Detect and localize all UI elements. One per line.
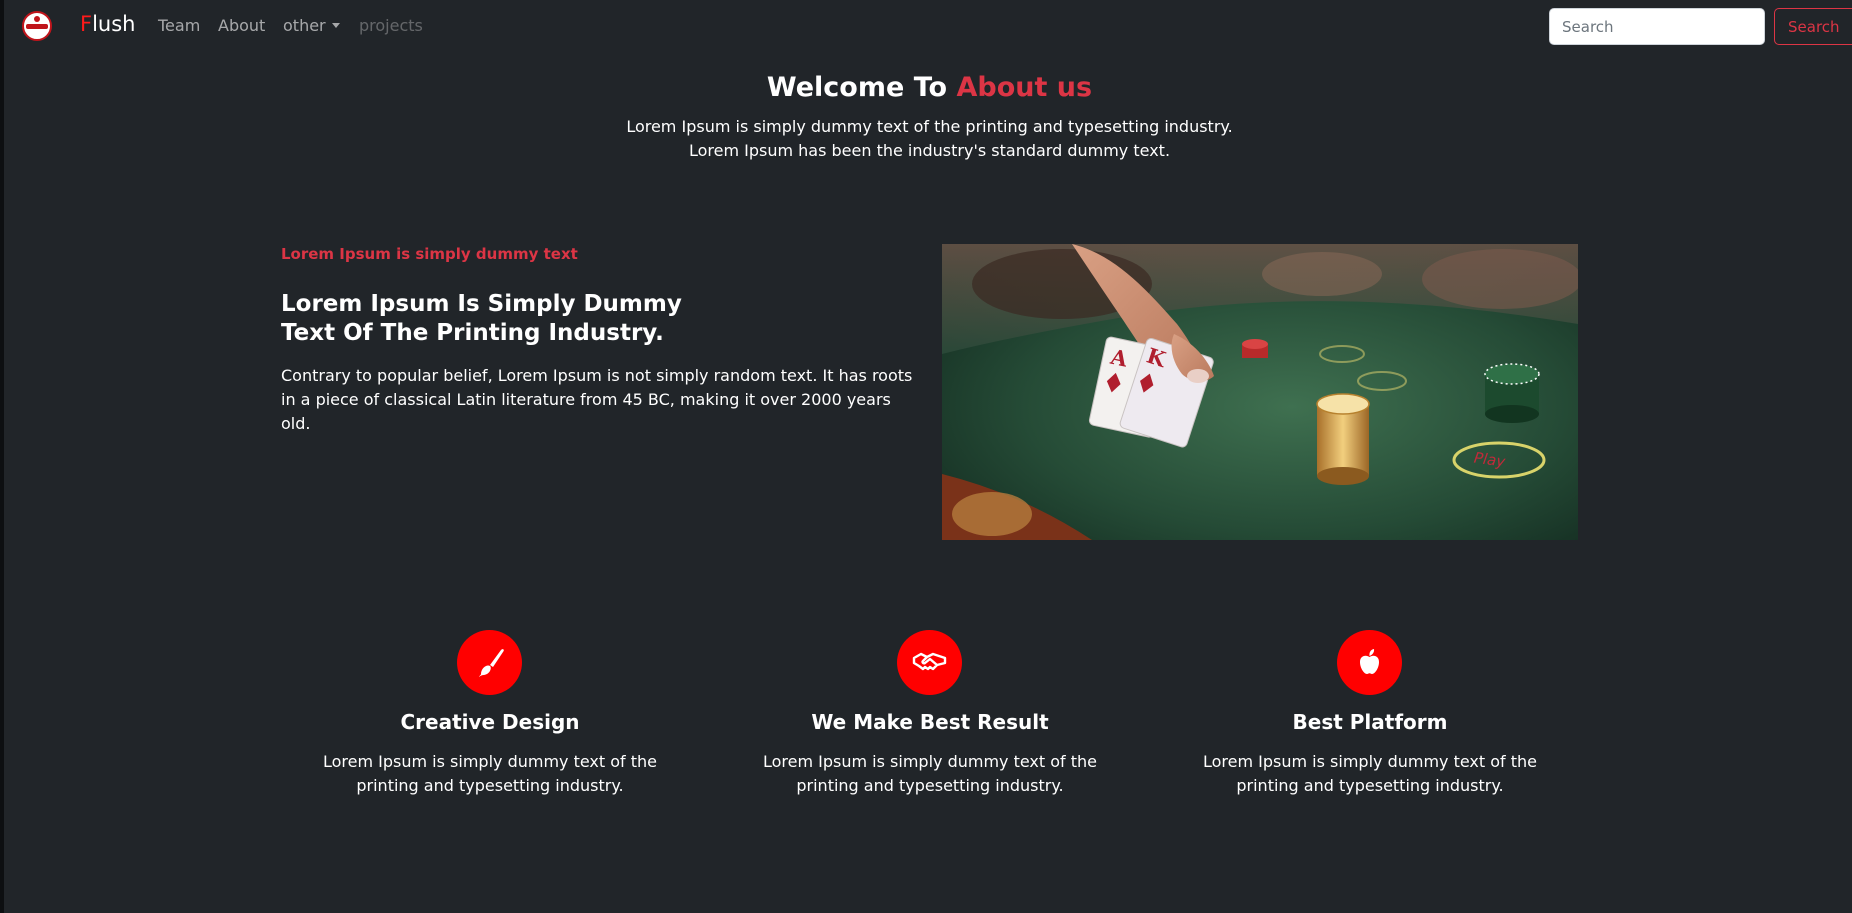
feature-icon-badge xyxy=(1337,630,1402,695)
nav-link-team[interactable]: Team xyxy=(158,16,200,35)
brand-rest: lush xyxy=(92,12,136,36)
hero-subtitle-line-2: Lorem Ipsum has been the industry's stan… xyxy=(688,141,1171,160)
brush-icon xyxy=(479,649,504,677)
brand-logo[interactable] xyxy=(22,11,52,41)
feature-title: We Make Best Result xyxy=(811,710,1049,734)
feature-description-line-2: printing and typesetting industry. xyxy=(796,776,1064,795)
feature-description-line-2: printing and typesetting industry. xyxy=(1236,776,1504,795)
logo-band xyxy=(26,24,48,29)
caret-down-icon xyxy=(331,23,340,28)
feature-icon-badge xyxy=(457,630,522,695)
section-kicker: Lorem Ipsum is simply dummy text xyxy=(281,245,578,263)
body-line-2: in a piece of classical Latin literature… xyxy=(281,390,891,433)
nav-link-about[interactable]: About xyxy=(218,16,265,35)
feature-title: Best Platform xyxy=(1292,710,1448,734)
casino-table-image: Play A K xyxy=(942,244,1578,540)
nav-dropdown-label: other xyxy=(283,16,326,35)
section-body: Contrary to popular belief, Lorem Ipsum … xyxy=(281,364,921,436)
feature-icon-badge xyxy=(897,630,962,695)
section-heading: Lorem Ipsum Is Simply Dummy Text Of The … xyxy=(281,290,741,348)
heading-line-2: Text Of The Printing Industry. xyxy=(281,320,664,346)
brand-name[interactable]: Flush xyxy=(80,12,136,36)
feature-description-line-1: Lorem Ipsum is simply dummy text of the xyxy=(1202,752,1538,771)
nav-dropdown-other[interactable]: other xyxy=(283,16,340,35)
search-button[interactable]: Search xyxy=(1774,8,1852,45)
hero-subtitle-line-1: Lorem Ipsum is simply dummy text of the … xyxy=(626,117,1233,136)
feature-description: Lorem Ipsum is simply dummy text of the … xyxy=(750,750,1110,798)
logo-dot xyxy=(34,16,40,22)
search-input[interactable] xyxy=(1549,8,1765,45)
feature-description-line-1: Lorem Ipsum is simply dummy text of the xyxy=(762,752,1098,771)
feature-description: Lorem Ipsum is simply dummy text of the … xyxy=(310,750,670,798)
title-accent: About us xyxy=(956,72,1093,103)
page-title: Welcome To About us xyxy=(0,72,1852,103)
brand-first-letter: F xyxy=(80,12,93,36)
handshake-icon xyxy=(912,652,947,671)
nav-link-projects: projects xyxy=(359,16,423,35)
heading-line-1: Lorem Ipsum Is Simply Dummy xyxy=(281,291,682,317)
feature-description: Lorem Ipsum is simply dummy text of the … xyxy=(1190,750,1550,798)
window-edge xyxy=(0,0,4,913)
navbar: Flush Team About other projects Search xyxy=(0,0,1852,52)
feature-description-line-1: Lorem Ipsum is simply dummy text of the xyxy=(322,752,658,771)
feature-description-line-2: printing and typesetting industry. xyxy=(356,776,624,795)
body-line-1: Contrary to popular belief, Lorem Ipsum … xyxy=(281,366,913,385)
title-prefix: Welcome To xyxy=(766,72,948,103)
apple-icon xyxy=(1360,649,1379,674)
feature-title: Creative Design xyxy=(400,710,580,734)
